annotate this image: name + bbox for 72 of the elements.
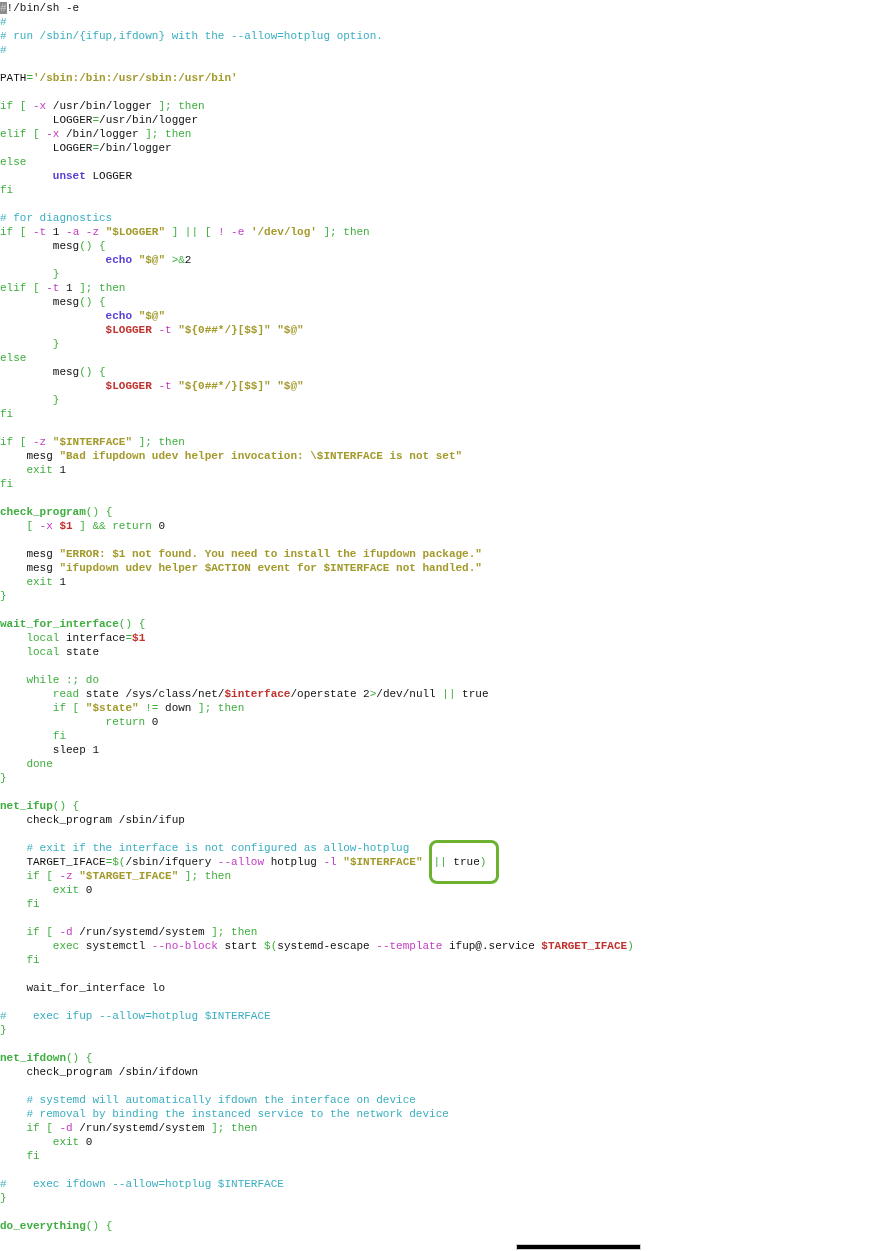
code-line: fi xyxy=(0,478,14,490)
code-line: fi xyxy=(0,184,14,196)
code-line: } xyxy=(0,772,7,784)
code-line: # exec ifdown --allow=hotplug $INTERFACE xyxy=(0,1178,284,1190)
code-line: mesg() { xyxy=(51,366,106,378)
code-line: # exit if the interface is not configured as allow-hotplug xyxy=(25,842,410,854)
code-line: [ -x $1 ] && return 0 xyxy=(25,520,166,532)
code-line: if [ -d /run/systemd/system ]; then xyxy=(25,1122,258,1134)
code-line: while :; do xyxy=(25,674,100,686)
code-line: elif [ -x /bin/logger ]; then xyxy=(0,128,192,140)
code-line: mesg "ifupdown udev helper $ACTION event for $INTERFACE not handled." xyxy=(25,562,482,574)
highlight-box: || true) xyxy=(428,840,500,884)
code-line: mesg() { xyxy=(51,240,106,252)
code-line: done xyxy=(25,758,53,770)
code-line: read state /sys/class/net/$interface/operstate 2>/dev/null || true xyxy=(51,688,489,700)
code-line: return 0 xyxy=(104,716,159,728)
code-line: LOGGER=/usr/bin/logger xyxy=(51,114,199,126)
code-line: } xyxy=(0,590,7,602)
code-line: fi xyxy=(51,730,66,742)
code-line: elif [ -t 1 ]; then xyxy=(0,282,126,294)
code-line: # run /sbin/{ifup,ifdown} with the --allow=hotplug option. xyxy=(0,30,383,42)
code-line: echo "$@" >&2 xyxy=(104,254,192,266)
code-line: wait_for_interface() { xyxy=(0,618,146,630)
code-line: fi xyxy=(0,408,14,420)
code-line: # removal by binding the instanced service to the network device xyxy=(25,1108,449,1120)
code-line: TARGET_IFACE=$(/sbin/ifquery --allow hotplug -l "$INTERFACE" xyxy=(25,856,423,868)
code-line: $LOGGER -t "${0##*/}[$$]" "$@" xyxy=(104,380,304,392)
code-line: unset LOGGER xyxy=(51,170,133,182)
code-line: if [ -t 1 -a -z "$LOGGER" ] || [ ! -e '/dev/log' ]; then xyxy=(0,226,370,238)
code-line: if [ -x /usr/bin/logger ]; then xyxy=(0,100,205,112)
code-line: else xyxy=(0,352,27,364)
code-line: exit 0 xyxy=(51,884,93,896)
code-line: wait_for_interface lo xyxy=(25,982,166,994)
code-line: PATH='/sbin:/bin:/usr/sbin:/usr/bin' xyxy=(0,72,238,84)
code-line: local state xyxy=(25,646,100,658)
code-line: } xyxy=(51,394,60,406)
code-line: exec systemctl --no-block start $(systemd-escape --template ifup@.service $TARGET_IFACE) xyxy=(51,940,634,952)
code-line: sleep 1 xyxy=(51,744,100,756)
code-line: } xyxy=(51,338,60,350)
code-line: check_program() { xyxy=(0,506,113,518)
code-line: } xyxy=(0,1192,7,1204)
code-line: } xyxy=(51,268,60,280)
code-line: mesg() { xyxy=(51,296,106,308)
code-line: # for diagnostics xyxy=(0,212,113,224)
code-line: LOGGER=/bin/logger xyxy=(51,142,172,154)
code-line: mesg "ERROR: $1 not found. You need to install the ifupdown package." xyxy=(25,548,482,560)
code-line: # xyxy=(0,44,7,56)
code-line: check_program /sbin/ifdown xyxy=(25,1066,199,1078)
code-line: net_ifup() { xyxy=(0,800,80,812)
code-line: local interface=$1 xyxy=(25,632,146,644)
code-line: echo "$@" xyxy=(104,310,166,322)
code-line: if [ -d /run/systemd/system ]; then xyxy=(25,926,258,938)
code-line: else xyxy=(0,156,27,168)
code-line: fi xyxy=(25,898,40,910)
code-line: check_program /sbin/ifup xyxy=(25,814,185,826)
code-line: exit 1 xyxy=(25,464,66,476)
code-line: exit 0 xyxy=(51,1136,93,1148)
code-line: if [ -z "$TARGET_IFACE" ]; then xyxy=(25,870,232,882)
code-line: #!/bin/sh -e xyxy=(0,2,80,14)
code-line: exit 1 xyxy=(25,576,66,588)
code-line: if [ "$state" != down ]; then xyxy=(51,702,245,714)
code-line: # systemd will automatically ifdown the interface on device xyxy=(25,1094,416,1106)
code-line: } xyxy=(0,1024,7,1036)
code-line: $LOGGER -t "${0##*/}[$$]" "$@" xyxy=(104,324,304,336)
code-line: fi xyxy=(25,954,40,966)
code-line: # exec ifup --allow=hotplug $INTERFACE xyxy=(0,1010,271,1022)
code-line: # xyxy=(0,16,7,28)
code-line: do_everything() { xyxy=(0,1220,113,1232)
code-line: fi xyxy=(25,1150,40,1162)
code-line: net_ifdown() { xyxy=(0,1052,93,1064)
code-line: mesg "Bad ifupdown udev helper invocation: \$INTERFACE is not set" xyxy=(25,450,463,462)
code-line: if [ -z "$INTERFACE" ]; then xyxy=(0,436,185,448)
